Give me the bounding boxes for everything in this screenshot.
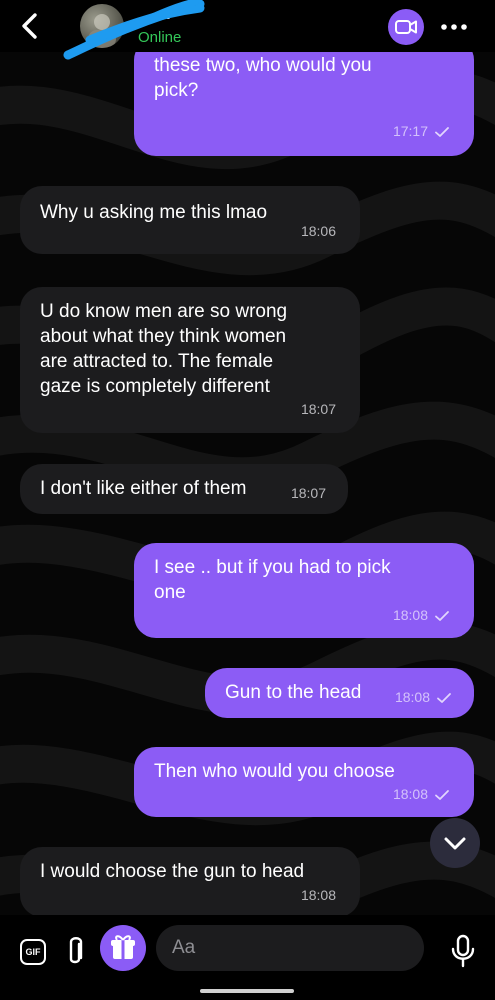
message-meta: 18:07 [301,397,336,422]
gift-icon [111,935,135,959]
message-text: I would choose the gun to head [40,859,304,884]
chat-header: a Online [0,0,495,60]
message-time: 18:08 [392,607,428,623]
message-line: pick? [154,80,199,101]
outgoing-message[interactable]: I see .. but if you had to pick one 18:08 [134,543,474,638]
gif-icon: GIF [25,947,41,957]
paperclip-icon [69,937,83,964]
message-time: 18:07 [300,401,336,417]
message-line: Gun to the head [225,682,362,703]
read-check-icon [435,610,449,621]
message-text: I see .. but if you had to pick one [154,555,391,605]
message-time: 18:07 [290,485,326,501]
message-meta: 18:08 [395,685,452,710]
message-meta: 18:07 [291,481,326,506]
message-meta: 18:06 [301,219,336,244]
scroll-down-button[interactable] [430,818,480,868]
message-line: Why u asking me this lmao [40,202,268,223]
more-options-button[interactable] [436,9,472,45]
message-time: 17:17 [392,123,428,139]
gift-button[interactable] [100,925,146,971]
home-indicator [200,989,294,993]
attach-button[interactable] [64,935,86,969]
incoming-message[interactable]: I would choose the gun to head 18:08 [20,847,360,917]
message-line: I see .. but if you had to pick [154,557,391,578]
back-button[interactable] [16,10,44,42]
message-text: Gun to the head [225,680,361,705]
voice-message-button[interactable] [450,934,476,968]
read-check-icon [435,126,449,137]
message-meta: 17:17 [393,119,450,144]
message-line: I would choose the gun to head [40,861,305,882]
message-text: Then who would you choose [154,759,395,784]
incoming-message[interactable]: Why u asking me this lmao 18:06 [20,186,360,254]
message-time: 18:08 [392,786,428,802]
message-meta: 18:08 [393,603,450,628]
incoming-message[interactable]: U do know men are so wrong about what the… [20,287,360,433]
message-line: are attracted to. The female [40,351,274,372]
outgoing-message[interactable]: Gun to the head 18:08 [205,668,474,718]
message-time: 18:08 [394,689,430,705]
microphone-icon [451,934,475,968]
video-camera-icon [395,20,417,34]
message-line: I don't like either of them [40,478,247,499]
message-line: U do know men are so wrong [40,301,288,322]
message-line: Then who would you choose [154,761,395,782]
message-text: I don't like either of them [40,476,246,501]
chevron-left-icon [22,13,37,39]
read-check-icon [437,692,451,703]
message-time: 18:06 [300,223,336,239]
read-check-icon [435,789,449,800]
message-line: gaze is completely different [40,376,270,397]
message-meta: 18:08 [301,883,336,908]
chat-screen: if you could choose betweenthese two, wh… [0,0,495,1000]
message-line: about what they think women [40,326,287,347]
message-time: 18:08 [300,887,336,903]
more-dots-icon [441,24,467,30]
message-meta: 18:08 [393,782,450,807]
video-call-button[interactable] [388,9,424,45]
message-line: one [154,582,186,603]
outgoing-message[interactable]: Then who would you choose 18:08 [134,747,474,817]
incoming-message[interactable]: I don't like either of them 18:07 [20,464,348,514]
message-input-placeholder: Aa [172,937,196,958]
chevron-down-icon [444,837,466,850]
redaction-scribble [63,0,205,60]
message-text: U do know men are so wrong about what the… [40,299,287,399]
message-text: Why u asking me this lmao [40,200,267,225]
composer-bar: GIF Aa [0,915,495,1000]
message-input[interactable]: Aa [156,925,424,971]
gif-button[interactable]: GIF [20,939,46,965]
